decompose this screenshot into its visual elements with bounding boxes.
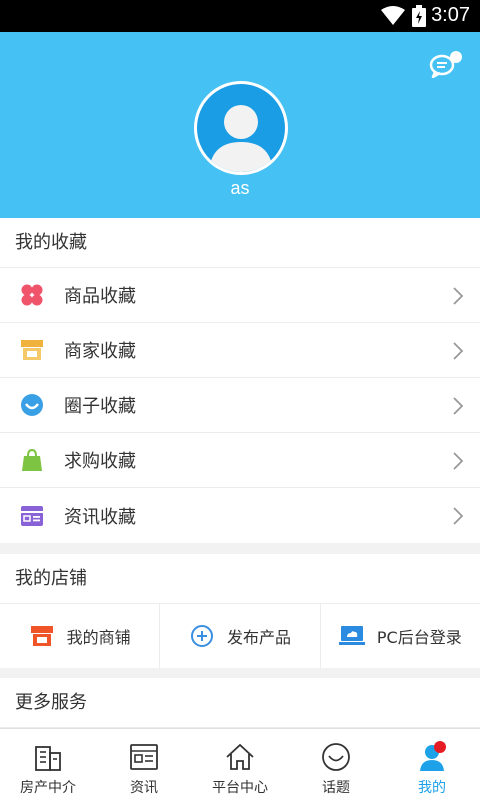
- plus-circle-icon: [189, 623, 215, 649]
- shop-section: 我的店铺 我的商铺 发布产品 PC后台登录: [0, 554, 480, 668]
- monitor-icon: [338, 623, 365, 649]
- storefront-icon: [19, 337, 45, 363]
- favorites-section: 我的收藏 商品收藏 商家收藏 圈子收藏 求购收藏 资讯收藏: [0, 218, 480, 543]
- smile-icon: [320, 741, 352, 773]
- favorite-circles-label: 圈子收藏: [64, 396, 136, 417]
- avatar[interactable]: [194, 81, 288, 175]
- home-icon: [224, 741, 256, 773]
- username: as: [230, 178, 250, 198]
- bottom-tab-bar: 房产中介 资讯 平台中心 话题 我的: [0, 728, 480, 800]
- favorite-goods-label: 商品收藏: [64, 286, 136, 307]
- tab-mine[interactable]: 我的: [384, 729, 480, 800]
- battery-icon: [412, 5, 426, 27]
- tab-platform-center[interactable]: 平台中心: [192, 729, 288, 800]
- wifi-icon: [381, 6, 405, 25]
- more-services-title: 更多服务: [0, 678, 480, 728]
- smile-circle-icon: [19, 392, 45, 418]
- chevron-right-icon: [453, 507, 464, 525]
- publish-product-button[interactable]: 发布产品: [160, 604, 321, 668]
- shopping-bag-icon: [19, 447, 45, 473]
- favorite-news-label: 资讯收藏: [64, 506, 136, 528]
- favorites-title: 我的收藏: [0, 218, 480, 268]
- tab-real-estate-label: 房产中介: [20, 780, 76, 796]
- my-store-button[interactable]: 我的商铺: [0, 604, 161, 668]
- notification-badge: [434, 741, 446, 753]
- status-bar: 3:07: [0, 0, 480, 32]
- building-icon: [32, 741, 64, 773]
- card-icon: [19, 503, 45, 529]
- tab-real-estate[interactable]: 房产中介: [0, 729, 96, 800]
- shop-title: 我的店铺: [0, 554, 480, 604]
- tab-platform-center-label: 平台中心: [212, 780, 268, 796]
- publish-product-label: 发布产品: [226, 628, 291, 647]
- pc-admin-login-label: PC后台登录: [376, 628, 462, 647]
- news-icon: [128, 741, 160, 773]
- favorite-merchants-label: 商家收藏: [64, 341, 136, 362]
- tab-topics[interactable]: 话题: [288, 729, 384, 800]
- favorite-circles-item[interactable]: 圈子收藏: [0, 378, 480, 433]
- tab-news-label: 资讯: [130, 780, 158, 796]
- more-services-section: 更多服务: [0, 678, 480, 728]
- favorite-wanted-label: 求购收藏: [64, 451, 136, 472]
- tab-mine-label: 我的: [418, 780, 446, 796]
- status-time: 3:07: [431, 4, 470, 26]
- user-avatar-icon: [209, 105, 273, 172]
- tab-topics-label: 话题: [322, 780, 350, 796]
- chevron-right-icon: [453, 342, 464, 360]
- clover-icon: [19, 282, 45, 308]
- pc-admin-login-button[interactable]: PC后台登录: [321, 604, 480, 668]
- favorite-wanted-item[interactable]: 求购收藏: [0, 433, 480, 488]
- my-store-label: 我的商铺: [66, 628, 131, 647]
- favorite-goods-item[interactable]: 商品收藏: [0, 268, 480, 323]
- chevron-right-icon: [453, 397, 464, 415]
- chevron-right-icon: [453, 287, 464, 305]
- favorite-news-item[interactable]: 资讯收藏: [0, 488, 480, 543]
- message-icon[interactable]: [428, 50, 464, 78]
- favorite-merchants-item[interactable]: 商家收藏: [0, 323, 480, 378]
- store-icon: [29, 623, 55, 649]
- chevron-right-icon: [453, 452, 464, 470]
- tab-news[interactable]: 资讯: [96, 729, 192, 800]
- profile-header: as: [0, 32, 480, 218]
